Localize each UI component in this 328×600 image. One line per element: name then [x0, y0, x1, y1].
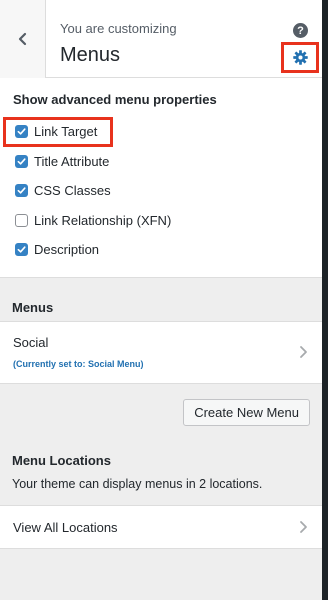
- create-new-menu-button[interactable]: Create New Menu: [183, 398, 310, 426]
- advanced-properties-title: Show advanced menu properties: [13, 92, 217, 107]
- gear-icon: [292, 50, 308, 65]
- menu-item-name: Social: [13, 334, 49, 350]
- chevron-right-icon: [300, 520, 307, 533]
- option-description[interactable]: Description: [0, 235, 322, 265]
- css-classes-checkbox[interactable]: [15, 184, 28, 198]
- check-icon: [17, 187, 26, 194]
- check-icon: [17, 128, 26, 135]
- header-text: You are customizing Menus: [60, 20, 177, 68]
- page-title: Menus: [60, 44, 121, 66]
- check-icon: [17, 246, 26, 253]
- menu-locations-description: Your theme can display menus in 2 locati…: [12, 476, 263, 491]
- view-all-locations[interactable]: View All Locations: [0, 504, 322, 549]
- option-label: Link Target: [34, 124, 98, 140]
- menu-item-social[interactable]: Social (Currently set to: Social Menu): [0, 320, 322, 384]
- title-attribute-checkbox[interactable]: [15, 154, 28, 168]
- menu-item-status: (Currently set to: Social Menu): [13, 358, 144, 369]
- option-label: Title Attribute: [34, 153, 110, 169]
- screen-options-button[interactable]: [281, 42, 319, 73]
- back-button[interactable]: [0, 0, 46, 78]
- option-link-target[interactable]: Link Target: [0, 117, 322, 147]
- option-label: CSS Classes: [34, 183, 111, 199]
- menu-locations-heading: Menu Locations: [12, 452, 111, 468]
- advanced-properties-section: Show advanced menu properties Link Targe…: [0, 78, 322, 278]
- option-label: Link Relationship (XFN): [34, 212, 172, 228]
- check-icon: [17, 158, 26, 165]
- link-target-checkbox[interactable]: [15, 125, 28, 139]
- link-relationship-checkbox[interactable]: [15, 213, 28, 227]
- option-label: Description: [34, 242, 100, 258]
- help-icon[interactable]: ?: [293, 23, 308, 38]
- view-all-locations-label: View All Locations: [13, 519, 118, 535]
- create-menu-area: Create New Menu: [0, 384, 322, 453]
- option-title-attribute[interactable]: Title Attribute: [0, 147, 322, 177]
- customizer-panel: You are customizing Menus ? Show advance…: [0, 0, 322, 600]
- option-css-classes[interactable]: CSS Classes: [0, 176, 322, 206]
- chevron-left-icon: [18, 32, 26, 46]
- customizing-label: You are customizing: [60, 21, 177, 36]
- panel-header: You are customizing Menus ?: [0, 0, 322, 78]
- option-link-relationship[interactable]: Link Relationship (XFN): [0, 206, 322, 236]
- chevron-right-icon: [300, 346, 307, 358]
- menus-heading: Menus: [12, 299, 54, 315]
- description-checkbox[interactable]: [15, 243, 28, 257]
- preview-edge: [322, 0, 328, 600]
